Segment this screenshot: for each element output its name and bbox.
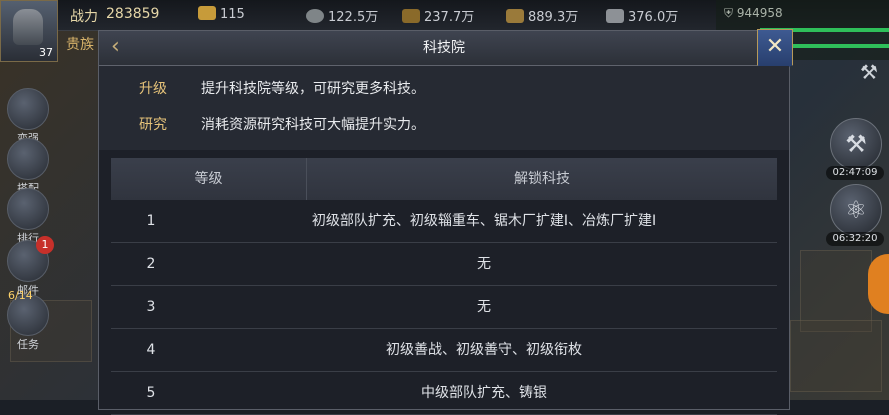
food-icon — [402, 9, 420, 23]
resource-iron[interactable]: 376.0万 — [606, 6, 678, 25]
unlock-table: 等级 解锁科技 1 初级部队扩充、初级辎重车、锯木厂扩建Ⅰ、冶炼厂扩建Ⅰ 2 无… — [111, 158, 777, 415]
back-arrow-icon[interactable]: ‹ — [111, 35, 137, 61]
info-key-research: 研究 — [139, 117, 167, 133]
header-level: 等级 — [111, 158, 307, 200]
info-value-research: 消耗资源研究科技可大幅提升实力。 — [201, 117, 425, 133]
resource-value: 122.5万 — [328, 10, 379, 25]
close-icon: ✕ — [765, 34, 785, 59]
avatar-portrait — [13, 9, 43, 45]
cell-level: 5 — [146, 385, 156, 401]
coin-icon — [306, 9, 324, 23]
orange-side-button[interactable] — [868, 254, 889, 314]
hammer-button[interactable]: ⚒ — [830, 118, 882, 170]
research-button[interactable]: ⚛ — [830, 184, 882, 236]
iron-icon — [606, 9, 624, 23]
table-row: 4 初级善战、初级善守、初级衔枚 — [111, 329, 777, 372]
table-row: 3 无 — [111, 286, 777, 329]
emblem-icon — [7, 138, 49, 180]
table-row: 5 中级部队扩充、铸银 — [111, 372, 777, 415]
gold-resource[interactable]: 115 — [198, 6, 245, 22]
resource-food[interactable]: 237.7万 — [402, 6, 474, 25]
hammer-icon: ⚒ — [845, 130, 867, 158]
right-status-value: ⛨ 944958 — [724, 6, 783, 21]
cell-unlock: 初级部队扩充、初级辎重车、锯木厂扩建Ⅰ、冶炼厂扩建Ⅰ — [311, 213, 657, 229]
atom-icon: ⚛ — [845, 196, 867, 224]
cell-unlock: 中级部队扩充、铸银 — [421, 385, 547, 401]
shield-icon: ⛨ — [724, 6, 737, 20]
resource-value: 376.0万 — [628, 10, 679, 25]
cell-unlock: 无 — [477, 299, 491, 315]
research-timer: 06:32:20 — [826, 232, 884, 246]
fist-icon — [7, 88, 49, 130]
noble-title-tag: 贵族 — [66, 37, 94, 53]
info-panel: 升级 提升科技院等级，可研究更多科技。 研究 消耗资源研究科技可大幅提升实力。 — [99, 66, 789, 150]
right-value-text: 944958 — [736, 6, 783, 20]
cell-level: 2 — [146, 256, 156, 272]
resource-value: 889.3万 — [528, 10, 579, 25]
cell-unlock: 无 — [477, 256, 491, 272]
cell-level: 3 — [146, 299, 156, 315]
task-count: 6/14 — [8, 289, 33, 302]
resource-coin[interactable]: 122.5万 — [306, 6, 378, 25]
gold-icon — [198, 6, 216, 20]
scene-statue — [790, 320, 882, 392]
gold-value: 115 — [220, 7, 245, 22]
build-timer: 02:47:09 — [826, 166, 884, 180]
hammer-icon-small: ⚒ — [860, 60, 878, 84]
resource-value: 237.7万 — [424, 10, 475, 25]
header-unlock: 解锁科技 — [514, 171, 570, 187]
table-row: 1 初级部队扩充、初级辎重车、锯木厂扩建Ⅰ、冶炼厂扩建Ⅰ — [111, 200, 777, 243]
table-header: 等级 解锁科技 — [111, 158, 777, 200]
table-row: 2 无 — [111, 243, 777, 286]
academy-dialog: 科技院 ‹ ✕ 升级 提升科技院等级，可研究更多科技。 研究 消耗资源研究科技可… — [98, 29, 793, 415]
side-menu-task[interactable]: 任务 — [4, 294, 52, 352]
cell-unlock: 初级善战、初级善守、初级衔枚 — [386, 342, 582, 358]
power-label: 战力 — [70, 9, 98, 25]
player-level: 37 — [39, 46, 53, 59]
wood-icon — [506, 9, 524, 23]
power-value: 283859 — [106, 6, 160, 22]
side-menu-label: 任务 — [17, 338, 39, 351]
info-key-upgrade: 升级 — [139, 81, 167, 97]
dialog-title: 科技院 — [423, 40, 465, 56]
resource-wood[interactable]: 889.3万 — [506, 6, 578, 25]
cell-level: 1 — [146, 213, 156, 229]
mail-badge: 1 — [36, 236, 54, 254]
ranking-icon — [7, 188, 49, 230]
player-avatar[interactable]: 37 — [0, 0, 58, 62]
info-value-upgrade: 提升科技院等级，可研究更多科技。 — [201, 81, 425, 97]
cell-level: 4 — [146, 342, 156, 358]
